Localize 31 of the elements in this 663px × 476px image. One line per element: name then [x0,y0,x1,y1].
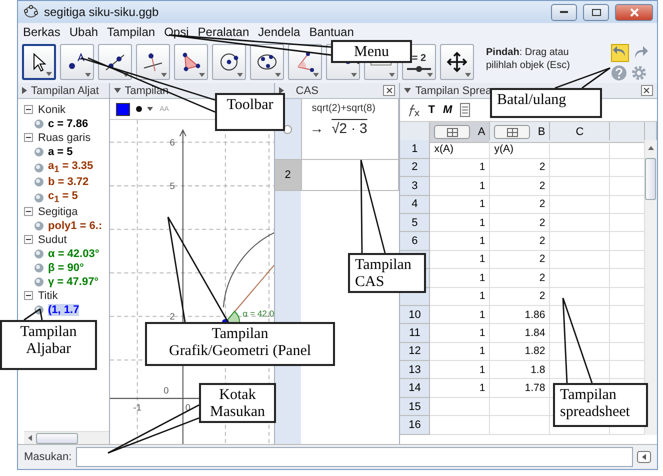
group-label: Ruas garis [38,132,91,144]
panel-title: Tampilan [124,84,170,96]
angle-label: α = 42.0 [242,308,274,318]
column-label: C [576,126,584,138]
annotation-tooltip: Menu [331,40,412,63]
group-label: Segitiga [38,206,78,218]
axis-label: -1 [132,402,141,413]
annotation-tooltip: Tampilan spreadsheet [553,383,648,427]
input-label: Masukan: [24,451,72,463]
window-title: segitiga siku-siku.ggb [44,5,160,19]
annotation-tooltip: Kotak Masukan [199,383,276,423]
group-label: Titik [38,290,58,302]
tool-help-text: Pindah: Drag atau pilihlah objek (Esc) [486,46,571,72]
annotation-tooltip: Tampilan Grafik/Geometri (Panel [145,322,335,366]
axis-label: 6 [169,137,174,148]
annotation-tooltip: Tampilan Aljabar [0,320,97,370]
annotation-tooltip: Tampilan CAS [348,253,426,293]
axis-label: 2 [169,311,174,322]
cas-output: → √2 · 3 [308,120,368,136]
axis-label: 5 [169,180,174,191]
panel-title: Tampilan Aljat [31,84,100,96]
group-label: Konik [38,104,66,116]
group-label: Sudut [38,234,67,246]
row-number: 2 [284,169,291,181]
panel-title: CAS [294,84,320,96]
annotation-tooltip: Batal/ulang [490,88,602,118]
column-label: A [478,126,486,138]
cas-input-text: sqrt(2)+sqrt(8) [310,103,376,114]
axis-label: 0 [163,385,168,396]
annotation-tooltip: Toolbar [215,93,285,131]
column-label: B [538,126,546,138]
